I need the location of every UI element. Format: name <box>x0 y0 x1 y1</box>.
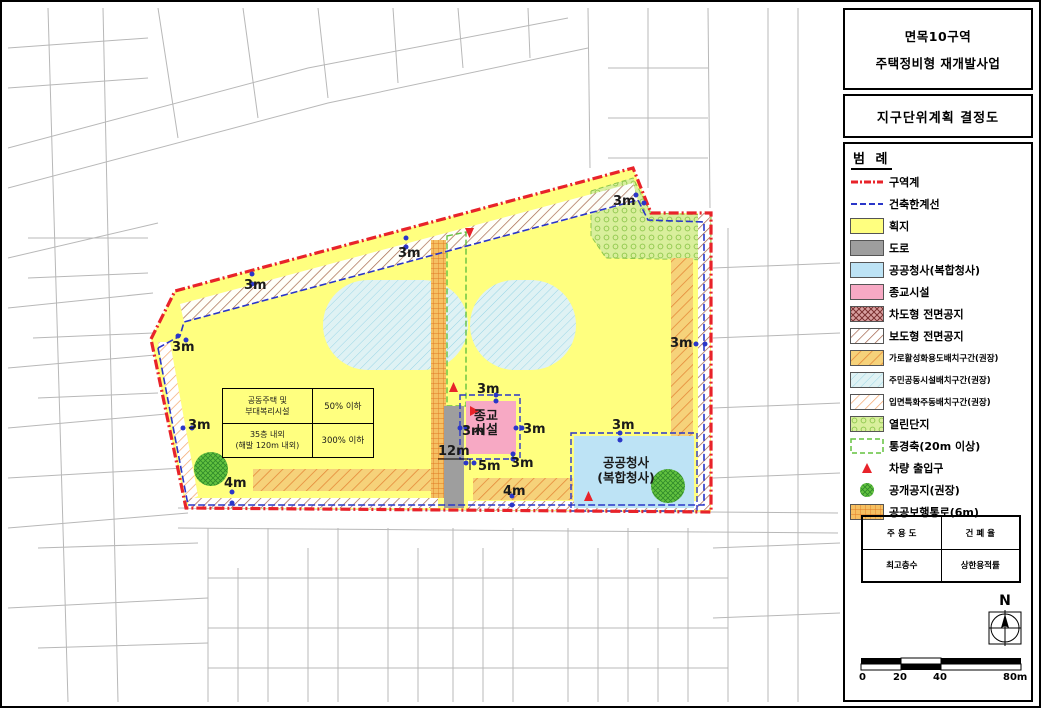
road-setback-label: 5m <box>478 459 501 474</box>
open-complex-icon <box>850 416 884 432</box>
legend-item-district-boundary: 구역계 <box>850 172 919 192</box>
setback-label: 3m <box>511 456 534 471</box>
road-width-label: 12m <box>438 444 470 459</box>
scale-label-0: 0 <box>859 672 866 683</box>
plan-title-box: 지구단위계획 결정도 <box>843 94 1033 138</box>
building-limit-icon <box>851 203 883 205</box>
legend-item-vehicle-entrance: 차량 출입구 <box>850 458 943 478</box>
setback-label: 3m <box>398 246 421 261</box>
facade-special-icon <box>850 394 884 410</box>
legend-item-facade-special: 입면특화주동배치구간(권장) <box>850 392 991 412</box>
legend-item-lot: 획지 <box>850 216 909 236</box>
vehicle-entrance-triangle-icon <box>862 463 872 473</box>
legend-panel: 면목10구역 주택정비형 재개발사업 지구단위계획 결정도 범 례 구역계 건축… <box>843 8 1035 702</box>
public-open-space-icon <box>860 483 874 497</box>
legend-box: 범 례 구역계 건축한계선 획지 도로 공공청사(복합청사) 종교시설 차도형 … <box>843 142 1033 702</box>
project-subtitle: 주택정비형 재개발사업 <box>875 56 1001 71</box>
plan-title: 지구단위계획 결정도 <box>876 110 1000 126</box>
lot-swatch-icon <box>850 218 884 234</box>
religious-swatch-icon <box>850 284 884 300</box>
zoning-info-table: 주 용 도 건 폐 율 최고층수 상한용적률 <box>861 515 1021 583</box>
sidewalk-frontage-icon <box>850 328 884 344</box>
map-info-table: 공동주택 및 부대복리시설 50% 이하 35층 내외 (해발 120m 내외) 3… <box>222 388 375 458</box>
roadway-frontage-icon <box>850 306 884 322</box>
scale-label-40: 40 <box>933 672 947 683</box>
district-boundary-icon <box>851 180 883 184</box>
scale-label-20: 20 <box>893 672 907 683</box>
religious-facility-label: 종교 시설 <box>474 409 498 438</box>
setback-label: 3m <box>477 382 500 397</box>
street-activation-icon <box>850 350 884 366</box>
legend-heading: 범 례 <box>851 148 893 170</box>
setback-label: 4m <box>503 484 526 499</box>
setback-label: 4m <box>224 476 247 491</box>
district-plan-map: 3m 3m 3m 3m 4m 4m 3m 3m 3m 3m 3m 3m 3m 1… <box>8 8 840 702</box>
public-office-label: 공공청사 (복합청사) <box>597 455 655 485</box>
setback-label: 3m <box>612 418 635 433</box>
legend-item-street-activation: 가로활성화용도배치구간(권장) <box>850 348 998 368</box>
legend-item-community-facility: 주민공동시설배치구간(권장) <box>850 370 991 390</box>
setback-label: 3m <box>188 418 211 433</box>
north-arrow: N <box>985 594 1025 656</box>
scale-bar-icon <box>860 657 1022 671</box>
legend-item-public-open-space: 공개공지(권장) <box>850 480 960 500</box>
north-label: N <box>999 593 1011 609</box>
legend-item-roadway-frontage: 차도형 전면공지 <box>850 304 964 324</box>
setback-label: 3m <box>172 340 195 355</box>
setback-label: 3m <box>244 278 267 293</box>
title-box: 면목10구역 주택정비형 재개발사업 <box>843 8 1033 90</box>
community-facility-icon <box>850 372 884 388</box>
scale-bar: 0 20 40 80m <box>859 654 1029 690</box>
legend-item-building-limit: 건축한계선 <box>850 194 940 214</box>
legend-item-religious: 종교시설 <box>850 282 929 302</box>
legend-item-road: 도로 <box>850 238 909 258</box>
setback-label: 3m <box>670 336 693 351</box>
legend-item-sidewalk-frontage: 보도형 전면공지 <box>850 326 964 346</box>
north-arrow-icon <box>988 610 1022 646</box>
scale-label-80: 80m <box>1003 672 1028 683</box>
setback-label: 3m <box>523 422 546 437</box>
legend-item-public-office: 공공청사(복합청사) <box>850 260 980 280</box>
setback-label: 3m <box>613 194 636 209</box>
road-swatch-icon <box>850 240 884 256</box>
project-title: 면목10구역 <box>904 29 972 44</box>
public-office-swatch-icon <box>850 262 884 278</box>
view-corridor-icon <box>850 438 884 454</box>
legend-item-view-corridor: 통경축(20m 이상) <box>850 436 980 456</box>
legend-item-open-complex: 열린단지 <box>850 414 929 434</box>
